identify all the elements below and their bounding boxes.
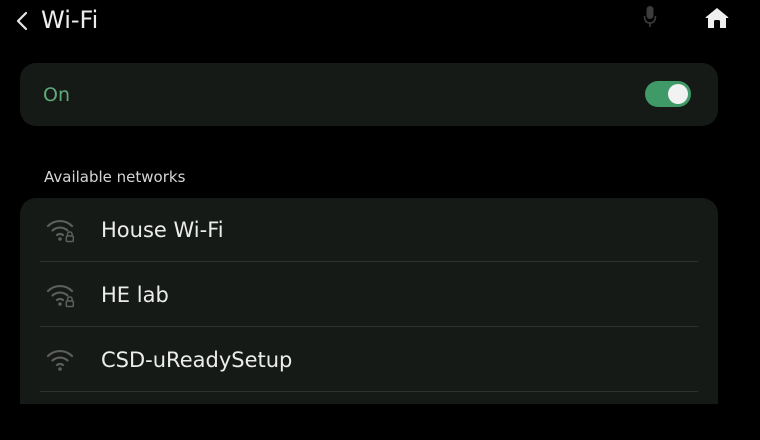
network-name: CSD-uReadySetup [101, 348, 293, 372]
network-row[interactable]: House Wi-Fi [40, 198, 698, 262]
wifi-locked-icon [46, 217, 76, 243]
wifi-toggle-row[interactable]: On [20, 63, 718, 126]
row-divider [40, 326, 698, 327]
app-header: Wi-Fi [0, 0, 760, 44]
wifi-icon [46, 347, 76, 373]
wifi-status-label: On [43, 84, 70, 106]
network-row[interactable]: HE lab [40, 263, 698, 327]
chevron-left-icon [16, 11, 28, 31]
switch-knob [668, 84, 688, 104]
home-button[interactable] [702, 4, 732, 32]
row-divider [40, 391, 698, 392]
wifi-locked-icon [46, 282, 76, 308]
network-row[interactable]: CSD-uReadySetup [40, 328, 698, 392]
available-networks-heading: Available networks [44, 168, 186, 186]
network-name: House Wi-Fi [101, 218, 224, 242]
wifi-toggle-switch[interactable] [645, 81, 691, 107]
back-button[interactable] [8, 4, 36, 38]
microphone-icon [643, 6, 657, 27]
microphone-button[interactable] [638, 4, 662, 30]
network-list: House Wi-Fi HE lab CSD-uReadySetup [20, 198, 718, 404]
page-title: Wi-Fi [41, 6, 99, 34]
network-name: HE lab [101, 283, 169, 307]
home-icon [705, 8, 729, 28]
row-divider [40, 261, 698, 262]
